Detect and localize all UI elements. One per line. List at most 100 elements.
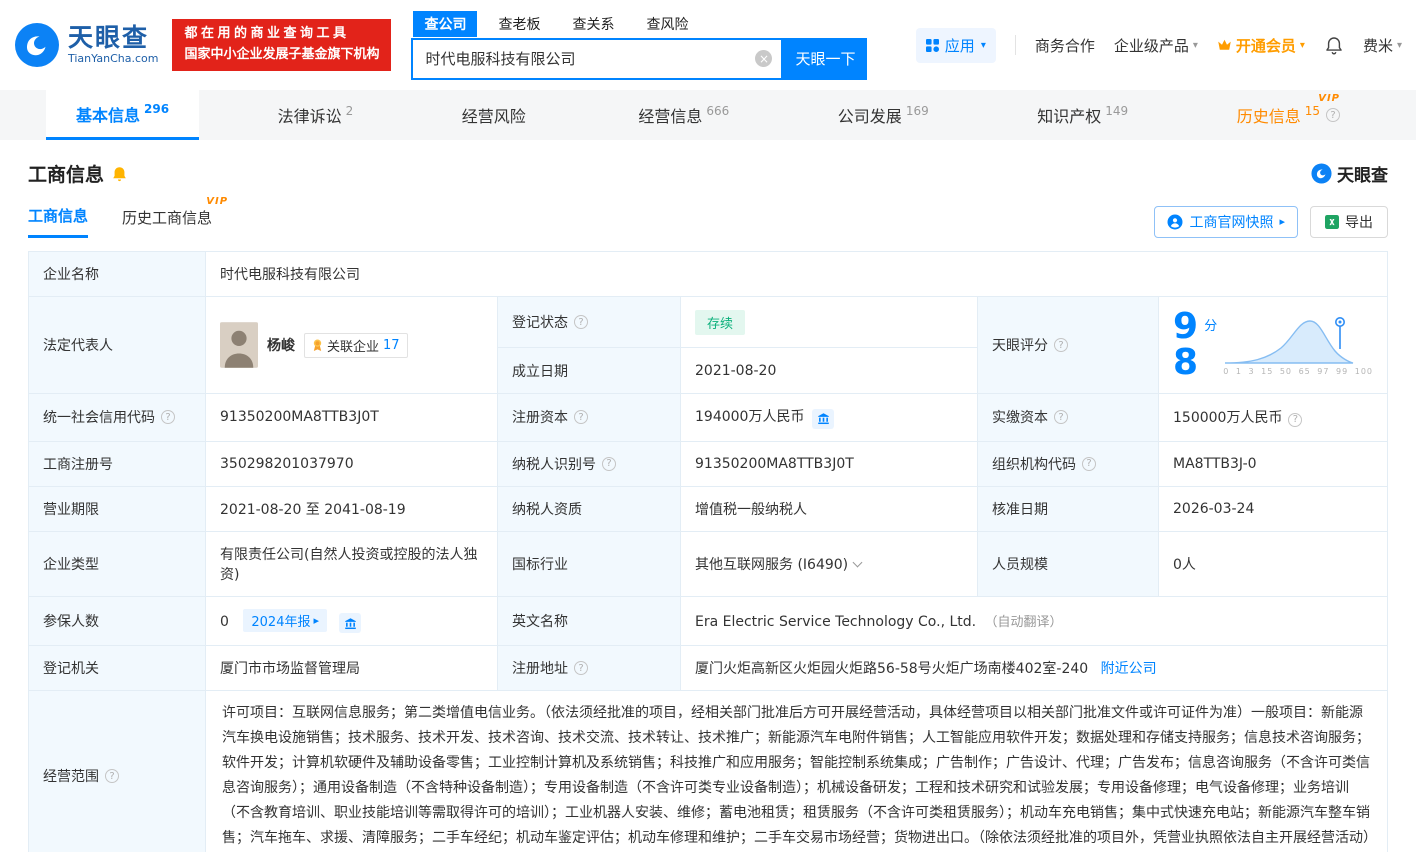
business-info-table: 企业名称 时代电服科技有限公司 法定代表人 杨峻 关联企业 17 登记状态? 存… (28, 251, 1388, 852)
legal-rep-avatar[interactable] (220, 322, 258, 368)
table-row: 经营范围? 许可项目：互联网信息服务；第二类增值电信业务。（依法须经批准的项目，… (28, 690, 1388, 852)
help-icon[interactable]: ? (574, 661, 588, 675)
tax-quality-value: 增值税一般纳税人 (680, 485, 978, 532)
snapshot-label: 工商官网快照 (1189, 214, 1274, 231)
reg-no-value: 350298201037970 (205, 440, 498, 487)
tax-id-label-cell: 纳税人识别号? (497, 440, 681, 487)
score-cell: 98 分 0 1 3 15 50 65 97 99 100 (1158, 296, 1388, 394)
help-icon[interactable]: ? (1326, 108, 1340, 122)
table-row: 参保人数 0 2024年报 ▸ 英文名称 Era Electric Servic… (28, 595, 1388, 646)
tab-label: 知识产权 (1037, 107, 1102, 126)
search-tab-risk[interactable]: 查风险 (635, 11, 699, 37)
tab-operating-risk[interactable]: 经营风险 (432, 90, 560, 140)
annual-report-link[interactable]: 2024年报 ▸ (243, 608, 327, 632)
tab-label: 法律诉讼 (277, 107, 342, 126)
search-area: 查公司 查老板 查关系 查风险 × 天眼一下 (411, 10, 868, 80)
tab-operating-info[interactable]: 经营信息 666 (608, 90, 759, 140)
tab-label: 公司发展 (837, 107, 902, 126)
slogan-banner: 都在用的商业查询工具 国家中小企业发展子基金旗下机构 (172, 19, 392, 71)
menu-open-vip[interactable]: 开通会员 ▾ (1217, 35, 1305, 56)
tab-company-development[interactable]: 公司发展 169 (808, 90, 959, 140)
legal-rep-label: 法定代表人 (28, 296, 206, 394)
help-icon[interactable]: ? (1054, 410, 1068, 425)
table-row: 登记机关 厦门市市场监督管理局 注册地址? 厦门火炬高新区火炬园火炬路56-58… (28, 645, 1388, 691)
auto-translate-note: （自动翻译） (984, 615, 1063, 631)
status-badge: 存续 (695, 309, 746, 335)
paid-capital-label: 实缴资本 (992, 410, 1048, 427)
help-icon[interactable]: ? (1288, 412, 1303, 427)
scope-label-cell: 经营范围? (28, 690, 206, 852)
tianyancha-logo[interactable]: 天眼查 TianYanCha.com (14, 22, 158, 68)
caret-right-icon: ▸ (1279, 215, 1285, 228)
paid-capital-value: 150000万人民币 (1173, 410, 1283, 427)
section-title: 工商信息 (28, 164, 105, 186)
tax-id-value: 91350200MA8TTB3J0T (680, 440, 978, 487)
brand-name: 天眼查 (68, 23, 150, 53)
help-icon[interactable]: ? (574, 410, 588, 425)
apps-menu[interactable]: 应用 ▾ (915, 27, 996, 63)
capital-change-bank-icon[interactable] (812, 408, 835, 429)
status-value-cell: 存续 (680, 295, 978, 349)
search-tab-company[interactable]: 查公司 (413, 10, 478, 37)
staff-size-label: 人员规模 (977, 530, 1159, 597)
staff-size-value: 0人 (1158, 530, 1388, 597)
menu-enterprise-label: 企业级产品 (1113, 36, 1189, 55)
help-icon[interactable]: ? (1082, 456, 1096, 471)
establish-date-value: 2021-08-20 (680, 347, 978, 394)
legal-rep-name[interactable]: 杨峻 (267, 335, 295, 355)
search-button[interactable]: 天眼一下 (783, 37, 868, 80)
help-icon[interactable]: ? (1054, 338, 1068, 352)
menu-vip-label: 开通会员 (1235, 36, 1296, 55)
reg-capital-label: 注册资本 (512, 410, 568, 427)
tab-label: 基本信息 (76, 105, 141, 125)
score-chart: 0 1 3 15 50 65 97 99 100 (1223, 315, 1373, 376)
menu-business-cooperation[interactable]: 商务合作 (1035, 35, 1095, 56)
help-icon[interactable]: ? (574, 315, 588, 330)
annual-report-label: 2024年报 (251, 614, 311, 630)
paid-capital-label-cell: 实缴资本? (977, 393, 1159, 442)
insured-bank-icon[interactable] (339, 613, 362, 633)
menu-enterprise-products[interactable]: 企业级产品 ▾ (1114, 35, 1198, 56)
related-companies-link[interactable]: 关联企业 17 (304, 332, 408, 358)
user-account-menu[interactable]: 费米 ▾ (1363, 35, 1402, 56)
help-icon[interactable]: ? (602, 456, 616, 471)
notification-bell-icon[interactable] (1324, 35, 1344, 56)
search-tab-boss[interactable]: 查老板 (487, 11, 551, 37)
table-row: 工商注册号 350298201037970 纳税人识别号? 91350200MA… (28, 440, 1388, 487)
subtab-business-info[interactable]: 工商信息 (28, 205, 89, 238)
tab-history-info[interactable]: VIP 历史信息 15 ? (1207, 90, 1370, 140)
tab-basic-info[interactable]: 基本信息 296 (46, 90, 200, 140)
tab-legal-proceedings[interactable]: 法律诉讼 2 (248, 90, 384, 140)
reg-capital-label-cell: 注册资本? (497, 393, 681, 442)
search-tab-relation[interactable]: 查关系 (561, 11, 625, 37)
tab-intellectual-property[interactable]: 知识产权 149 (1007, 90, 1158, 140)
related-companies-count: 17 (383, 337, 400, 353)
english-name-label: 英文名称 (497, 595, 681, 646)
org-code-value: MA8TTB3J-0 (1158, 440, 1388, 487)
username: 费米 (1362, 36, 1393, 55)
official-snapshot-button[interactable]: 工商官网快照 ▸ (1154, 205, 1298, 238)
term-label: 营业期限 (28, 485, 206, 532)
nearby-companies-link[interactable]: 附近公司 (1101, 661, 1157, 677)
tianyancha-logo-icon (15, 23, 59, 67)
section-header: 工商信息 天眼查 (0, 140, 1416, 187)
tab-count: 149 (1105, 103, 1129, 118)
chevron-down-icon: ▾ (980, 39, 986, 51)
company-search-input[interactable] (413, 49, 782, 68)
tab-count: 169 (905, 103, 929, 118)
related-companies-label: 关联企业 (327, 339, 380, 355)
table-row: 企业名称 时代电服科技有限公司 (28, 251, 1388, 297)
address-value: 厦门火炬高新区火炬园火炬路56-58号火炬广场南楼402室-240 (695, 661, 1089, 677)
subtab-row: 工商信息 VIP 历史工商信息 工商官网快照 ▸ 导出 (0, 187, 1416, 238)
subtab-history-business-info[interactable]: VIP 历史工商信息 (122, 196, 227, 237)
tab-label: 经营信息 (638, 107, 703, 126)
export-button[interactable]: 导出 (1310, 205, 1388, 238)
authority-label: 登记机关 (28, 645, 206, 691)
insured-label: 参保人数 (28, 595, 206, 646)
chevron-down-icon[interactable] (852, 557, 863, 567)
help-icon[interactable]: ? (105, 769, 119, 783)
subscribe-bell-icon[interactable] (112, 166, 127, 182)
help-icon[interactable]: ? (161, 410, 175, 425)
industry-value-cell: 其他互联网服务 (I6490) (680, 530, 978, 597)
scope-value: 许可项目：互联网信息服务；第二类增值电信业务。（依法须经批准的项目，经相关部门批… (205, 690, 1388, 852)
